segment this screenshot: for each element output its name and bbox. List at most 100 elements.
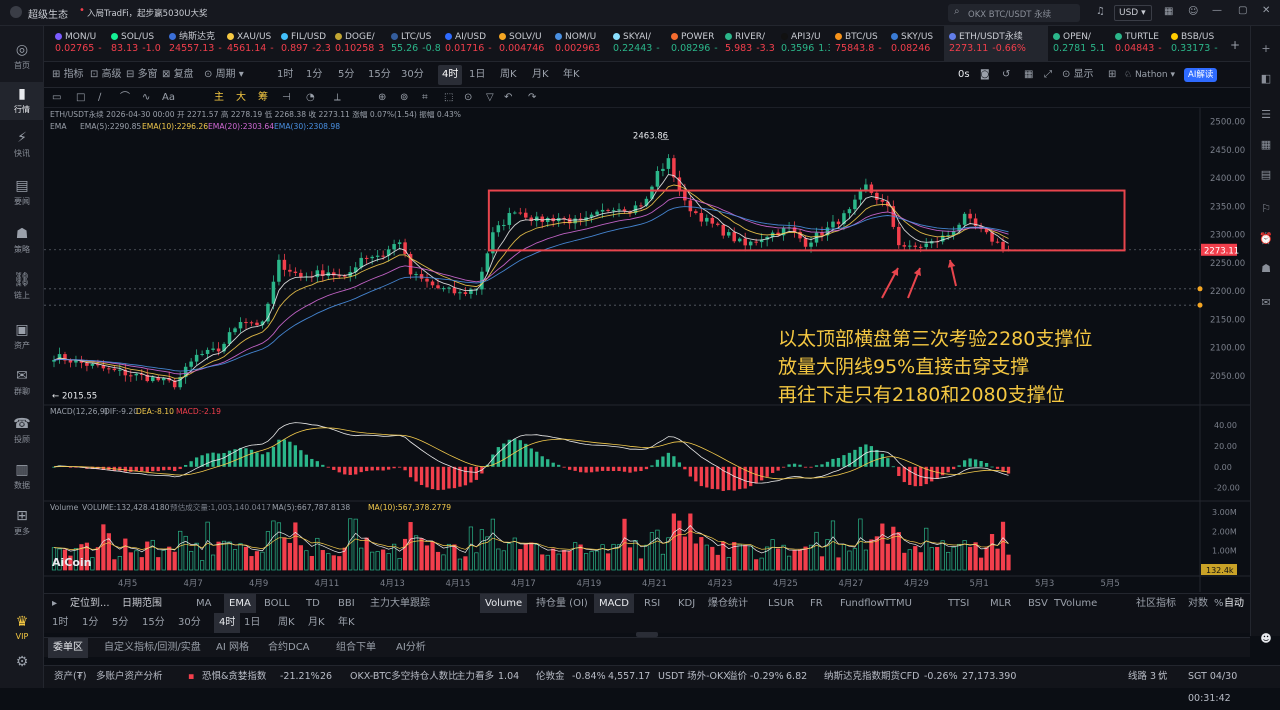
chat-icon[interactable]: ✉ xyxy=(1259,296,1273,310)
sidebar-item-chain[interactable]: ⛓ 链上 xyxy=(0,268,44,306)
minimize-icon[interactable]: — xyxy=(1212,5,1222,16)
draw-frame-icon[interactable]: ⬚ xyxy=(444,90,453,106)
sidebar-item-flash-news[interactable]: ⚡ 快讯 xyxy=(0,126,44,164)
timeframe-bottom-0[interactable]: 1时 xyxy=(52,613,68,633)
draw-rect-icon[interactable]: □ xyxy=(76,90,85,106)
gold-label[interactable]: 伦敦金 xyxy=(536,666,565,688)
grid-icon[interactable]: ▦ xyxy=(1024,62,1033,88)
period-button[interactable]: ⊙ 周期 ▾ xyxy=(204,62,244,88)
collapse-icon[interactable]: ▸ xyxy=(52,594,57,614)
robot-icon[interactable]: ☗ xyxy=(1259,262,1273,276)
replay-button[interactable]: ⊠ 复盘 xyxy=(162,62,194,88)
chart-option-1[interactable]: 对数 xyxy=(1188,594,1208,614)
timeframe-周K[interactable]: 周K xyxy=(500,62,517,88)
sidebar-item-news[interactable]: ▤ 要闻 xyxy=(0,174,44,212)
fear-greed-label[interactable]: 恐惧&贪婪指数 xyxy=(202,666,266,688)
draw-main-icon[interactable]: 主 xyxy=(214,90,224,106)
draw-line-icon[interactable]: ∕ xyxy=(98,90,101,106)
add-ticker-icon[interactable]: + xyxy=(1230,38,1240,52)
draw-indicator-icon[interactable]: ▭ xyxy=(52,90,61,106)
news-banner[interactable]: 入局TradFi，起步赢5030U大奖 xyxy=(87,7,208,19)
date-range-button[interactable]: 日期范围 xyxy=(122,594,162,614)
depth-icon[interactable]: ▦ xyxy=(1259,138,1273,152)
ticker-11[interactable]: POWER 0.08296- xyxy=(666,26,720,62)
maximize-icon[interactable]: ▢ xyxy=(1238,5,1247,16)
sub-indicator-0[interactable]: Volume xyxy=(480,594,528,614)
chart-option-2[interactable]: % xyxy=(1214,594,1224,614)
draw-big-icon[interactable]: 大 xyxy=(236,90,246,106)
ticker-7[interactable]: AI/USD 0.01716- xyxy=(440,26,494,62)
ticker-6[interactable]: LTC/US 55.26 -0.8 xyxy=(386,26,440,62)
main-indicator-1[interactable]: EMA xyxy=(224,594,256,614)
timeframe-bottom-5[interactable]: 4时 xyxy=(214,613,241,633)
ticker-2[interactable]: 纳斯达克 24557.13- xyxy=(164,26,222,62)
chart-icon[interactable]: ▦ xyxy=(1164,6,1173,17)
ticker-4[interactable]: FIL/USD 0.897 -2.3 xyxy=(276,26,330,62)
ticker-10[interactable]: SKYAI/0.22443- xyxy=(608,26,666,62)
timeframe-1分[interactable]: 1分 xyxy=(306,62,322,88)
currency-select[interactable]: USD ▾ xyxy=(1114,5,1152,21)
user-icon[interactable]: ☺ xyxy=(1188,6,1198,17)
draw-circle-icon[interactable]: ⊚ xyxy=(400,90,408,106)
panel-tab-0[interactable]: 委单区 xyxy=(48,638,88,658)
panel-tab-4[interactable]: 组合下单 xyxy=(336,638,376,658)
timeframe-bottom-2[interactable]: 5分 xyxy=(112,613,128,633)
sidebar-item-settings[interactable]: ⚙ xyxy=(0,650,44,676)
panel-tab-3[interactable]: 合约DCA xyxy=(268,638,310,658)
locate-button[interactable]: 定位到... xyxy=(70,594,110,614)
draw-target-icon[interactable]: ⊙ xyxy=(464,90,472,106)
ticker-17[interactable]: OPEN/0.2781 5.1 xyxy=(1048,26,1110,62)
ticker-18[interactable]: TURTLE 0.04843- xyxy=(1110,26,1166,62)
sidebar-item-home[interactable]: ◎ 首页 xyxy=(0,38,44,76)
sidebar-item-robot[interactable]: ☗ 策略 xyxy=(0,222,44,260)
search-input[interactable]: OKX BTC/USDT 永续 xyxy=(968,8,1051,20)
timeframe-1时[interactable]: 1时 xyxy=(277,62,293,88)
usdt-otc-label[interactable]: USDT 场外-OKX xyxy=(658,666,730,688)
draw-fib-icon[interactable]: ⟂ xyxy=(334,90,341,106)
sub-indicator-12[interactable]: BSV xyxy=(1028,594,1048,614)
timeframe-1日[interactable]: 1日 xyxy=(469,62,485,88)
timeframe-bottom-1[interactable]: 1分 xyxy=(82,613,98,633)
search-box[interactable]: ⌕ OKX BTC/USDT 永续 xyxy=(948,4,1080,22)
draw-grid-icon[interactable]: ⌗ xyxy=(422,90,428,106)
sub-indicator-13[interactable]: TVolume xyxy=(1054,594,1097,614)
sub-indicator-5[interactable]: 爆仓统计 xyxy=(708,594,748,614)
sub-indicator-3[interactable]: RSI xyxy=(644,594,660,614)
camera-icon[interactable]: ◙ xyxy=(980,62,990,88)
sidebar-item-vip[interactable]: ♛ VIP xyxy=(0,610,44,648)
draw-zoom-in-icon[interactable]: ⊕ xyxy=(378,90,386,106)
ticker-19[interactable]: BSB/US 0.33173- xyxy=(1166,26,1222,62)
ticker-16[interactable]: ETH/USDT永续 2273.11 -0.66% xyxy=(944,26,1048,62)
indicators-button[interactable]: ⊞ 指标 xyxy=(52,62,84,88)
multi-window-button[interactable]: ⊟ 多窗 xyxy=(126,62,158,88)
timeframe-年K[interactable]: 年K xyxy=(563,62,580,88)
alert-icon[interactable]: ⏰ xyxy=(1259,232,1273,246)
signal-icon[interactable]: ⚐ xyxy=(1259,202,1273,216)
user-menu[interactable]: ♘ Nathon ▾ xyxy=(1124,62,1175,88)
asset-label[interactable]: 资产(₮) xyxy=(54,666,86,688)
ticker-0[interactable]: MON/U 0.02765- xyxy=(50,26,106,62)
draw-measure-icon[interactable]: ⊣ xyxy=(282,90,291,106)
sub-indicator-4[interactable]: KDJ xyxy=(678,594,695,614)
panel-tab-2[interactable]: AI 网格 xyxy=(216,638,249,658)
timeframe-bottom-7[interactable]: 周K xyxy=(278,613,295,633)
draw-chip-icon[interactable]: 筹 xyxy=(258,90,268,106)
draw-wave-icon[interactable]: ∿ xyxy=(142,90,150,106)
sub-indicator-6[interactable]: LSUR xyxy=(768,594,794,614)
ticker-12[interactable]: RIVER/5.983 -3.3 xyxy=(720,26,776,62)
advanced-button[interactable]: ⊡ 高级 xyxy=(90,62,122,88)
main-indicator-2[interactable]: BOLL xyxy=(264,594,290,614)
sidebar-item-chat[interactable]: ✉ 群聊 xyxy=(0,364,44,402)
close-icon[interactable]: ✕ xyxy=(1262,5,1270,16)
main-indicator-0[interactable]: MA xyxy=(196,594,211,614)
draw-curve-icon[interactable]: ⌒ xyxy=(120,90,130,106)
sub-indicator-2[interactable]: MACD xyxy=(594,594,634,614)
ticker-15[interactable]: SKY/US 0.08246 xyxy=(886,26,944,62)
layout-icon[interactable]: ⊞ xyxy=(1108,62,1116,88)
main-indicator-5[interactable]: 主力大单跟踪 xyxy=(370,594,430,614)
timeframe-bottom-9[interactable]: 年K xyxy=(338,613,355,633)
add-icon[interactable]: + xyxy=(1259,42,1273,56)
ticker-14[interactable]: BTC/US 75843.8- xyxy=(830,26,886,62)
chart-option-3[interactable]: 自动 xyxy=(1224,594,1244,614)
panel-tab-1[interactable]: 自定义指标/回测/实盘 xyxy=(104,638,201,658)
